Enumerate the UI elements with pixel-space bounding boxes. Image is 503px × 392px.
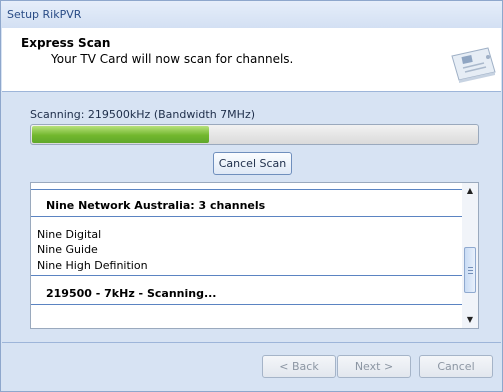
- setup-window: Setup RikPVR Express Scan Your TV Card w…: [0, 0, 503, 392]
- vertical-scrollbar[interactable]: ▲ ▼: [462, 183, 478, 328]
- tv-card-icon: [451, 47, 496, 83]
- back-button[interactable]: < Back: [262, 355, 336, 378]
- scan-progress-fill: [32, 126, 209, 143]
- content-area: Scanning: 219500kHz (Bandwidth 7MHz) Can…: [2, 93, 501, 339]
- separator-line: [31, 275, 462, 276]
- channel-item: Nine High Definition: [37, 259, 148, 272]
- separator-line: [31, 304, 462, 305]
- separator-line: [31, 189, 462, 190]
- footer-divider: [2, 342, 501, 343]
- scan-progress-bar: [30, 124, 479, 145]
- page-title: Express Scan: [21, 36, 111, 50]
- next-button[interactable]: Next >: [337, 355, 411, 378]
- scroll-up-icon[interactable]: ▲: [462, 183, 478, 199]
- grip-line: [468, 267, 473, 268]
- grip-line: [468, 273, 473, 274]
- window-title: Setup RikPVR: [7, 8, 82, 21]
- wizard-header: Express Scan Your TV Card will now scan …: [2, 28, 501, 92]
- network-header: Nine Network Australia: 3 channels: [46, 199, 266, 212]
- grip-line: [468, 270, 473, 271]
- channel-item: Nine Digital: [37, 228, 102, 241]
- scan-results-list[interactable]: Nine Network Australia: 3 channels Nine …: [30, 182, 479, 329]
- title-bar[interactable]: Setup RikPVR: [1, 1, 502, 28]
- scrollbar-thumb[interactable]: [464, 247, 476, 293]
- separator-line: [31, 216, 462, 217]
- scanning-status-line: 219500 - 7kHz - Scanning...: [46, 287, 217, 300]
- scan-status: Scanning: 219500kHz (Bandwidth 7MHz): [30, 108, 256, 121]
- scan-results-content: Nine Network Australia: 3 channels Nine …: [31, 183, 462, 328]
- scroll-down-icon[interactable]: ▼: [462, 312, 478, 328]
- cancel-scan-button[interactable]: Cancel Scan: [213, 152, 292, 175]
- cancel-button[interactable]: Cancel: [419, 355, 493, 378]
- channel-item: Nine Guide: [37, 243, 98, 256]
- page-subtitle: Your TV Card will now scan for channels.: [51, 52, 294, 66]
